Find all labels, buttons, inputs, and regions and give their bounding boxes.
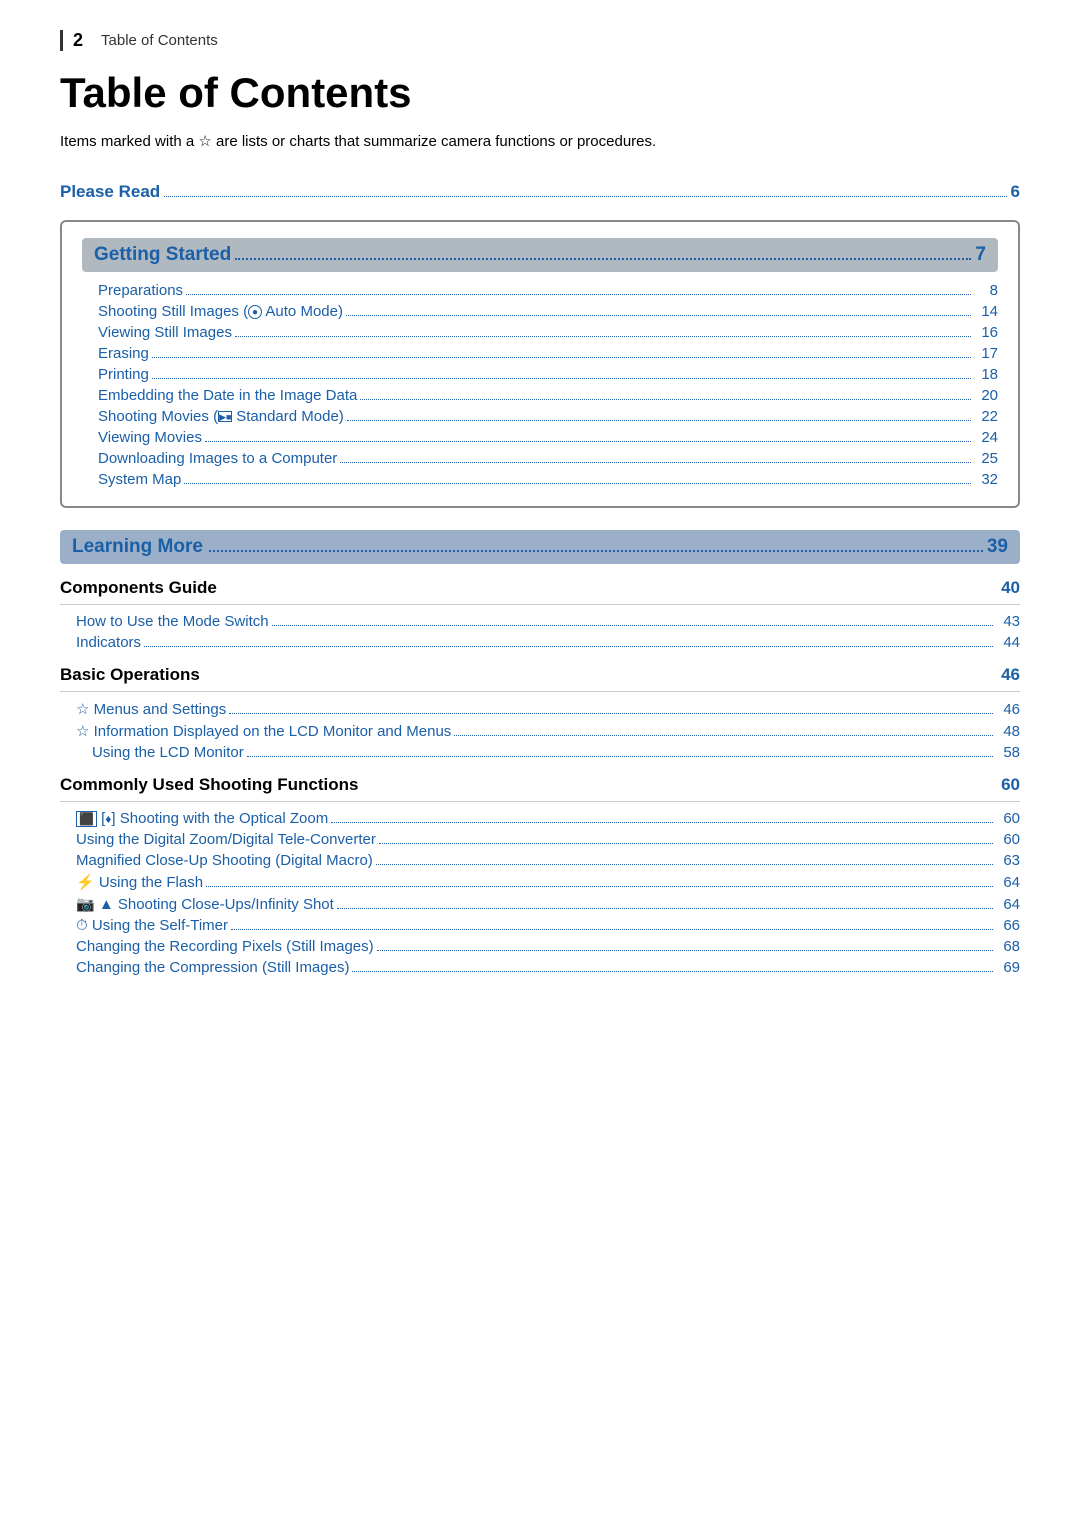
basic-operations-page: 46 [1001, 665, 1020, 685]
toc-entry-erasing: Erasing 17 [82, 345, 998, 362]
toc-entry-lcd-info: ☆ Information Displayed on the LCD Monit… [60, 722, 1020, 740]
please-read-page: 6 [1011, 182, 1020, 202]
getting-started-section: Getting Started 7 Preparations 8 Shootin… [60, 220, 1020, 508]
learning-more-dots [209, 550, 983, 552]
commonly-used-header: Commonly Used Shooting Functions 60 [60, 775, 1020, 795]
getting-started-dots [235, 258, 971, 260]
toc-entry-viewing-still: Viewing Still Images 16 [82, 324, 998, 341]
commonly-used-label: Commonly Used Shooting Functions [60, 775, 358, 795]
commonly-used-entries: ⬛ [♦] Shooting with the Optical Zoom 60 … [60, 810, 1020, 976]
toc-entry-printing: Printing 18 [82, 366, 998, 383]
toc-entry-downloading: Downloading Images to a Computer 25 [82, 450, 998, 467]
learning-more-section-header: Learning More 39 [60, 530, 1020, 564]
toc-entry-self-timer: ⏱ Using the Self-Timer 66 [60, 917, 1020, 934]
page-header-label: Table of Contents [101, 32, 218, 49]
toc-entry-embedding-date: Embedding the Date in the Image Data 20 [82, 387, 998, 404]
page-header: 2 Table of Contents [60, 30, 1020, 51]
toc-entry-closeups-infinity: 📷 ▲ Shooting Close-Ups/Infinity Shot 64 [60, 895, 1020, 913]
learning-more-page: 39 [987, 536, 1008, 558]
please-read-label: Please Read [60, 182, 160, 202]
components-guide-entries: How to Use the Mode Switch 43 Indicators… [60, 613, 1020, 651]
toc-entry-macro: Magnified Close-Up Shooting (Digital Mac… [60, 852, 1020, 869]
toc-entry-viewing-movies: Viewing Movies 24 [82, 429, 998, 446]
basic-operations-label: Basic Operations [60, 665, 200, 685]
toc-entry-flash: ⚡ Using the Flash 64 [60, 873, 1020, 891]
page-container: 2 Table of Contents Table of Contents It… [0, 0, 1080, 1020]
commonly-used-divider [60, 801, 1020, 802]
basic-ops-divider [60, 691, 1020, 692]
please-read-dots [164, 196, 1006, 197]
toc-entry-digital-zoom: Using the Digital Zoom/Digital Tele-Conv… [60, 831, 1020, 848]
toc-entry-compression: Changing the Compression (Still Images) … [60, 959, 1020, 976]
toc-entry-mode-switch: How to Use the Mode Switch 43 [60, 613, 1020, 630]
toc-entry-shooting-still: Shooting Still Images (● Auto Mode) 14 [82, 303, 998, 320]
toc-entry-recording-pixels: Changing the Recording Pixels (Still Ima… [60, 938, 1020, 955]
components-guide-page: 40 [1001, 578, 1020, 598]
toc-entry-lcd-monitor: Using the LCD Monitor 58 [60, 744, 1020, 761]
toc-entry-shooting-movies: Shooting Movies (▶■ Standard Mode) 22 [82, 408, 998, 425]
toc-subtitle: Items marked with a ☆ are lists or chart… [60, 131, 1020, 154]
learning-more-label: Learning More [72, 536, 203, 558]
getting-started-header: Getting Started 7 [82, 238, 998, 272]
page-number: 2 [73, 30, 83, 51]
getting-started-entries: Preparations 8 Shooting Still Images (● … [82, 282, 998, 488]
getting-started-page: 7 [975, 244, 986, 266]
toc-entry-system-map: System Map 32 [82, 471, 998, 488]
toc-entry-preparations: Preparations 8 [82, 282, 998, 299]
toc-entry-menus-settings: ☆ Menus and Settings 46 [60, 700, 1020, 718]
commonly-used-page: 60 [1001, 775, 1020, 795]
components-guide-header: Components Guide 40 [60, 578, 1020, 598]
please-read-row: Please Read 6 [60, 182, 1020, 202]
toc-title: Table of Contents [60, 69, 1020, 117]
basic-operations-entries: ☆ Menus and Settings 46 ☆ Information Di… [60, 700, 1020, 761]
basic-operations-header: Basic Operations 46 [60, 665, 1020, 685]
components-guide-label: Components Guide [60, 578, 217, 598]
components-divider [60, 604, 1020, 605]
getting-started-label: Getting Started [94, 244, 231, 266]
toc-entry-optical-zoom: ⬛ [♦] Shooting with the Optical Zoom 60 [60, 810, 1020, 827]
toc-entry-indicators: Indicators 44 [60, 634, 1020, 651]
